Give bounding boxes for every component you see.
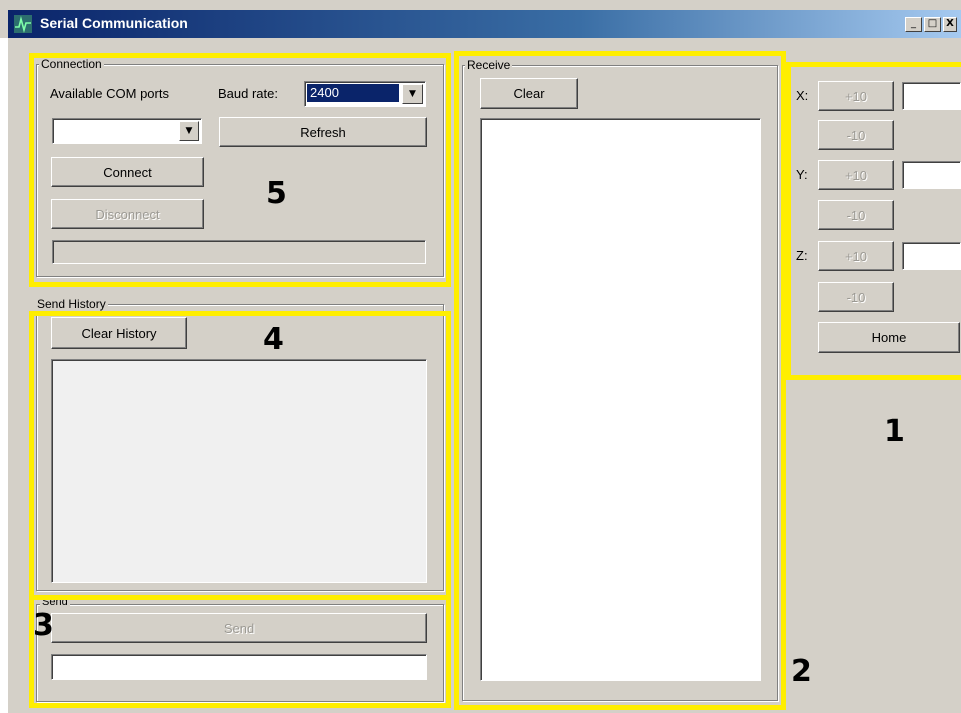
- com-ports-label: Available COM ports: [50, 86, 169, 101]
- window-title: Serial Communication: [40, 15, 188, 31]
- com-port-dropdown-button[interactable]: ▼: [179, 121, 199, 141]
- y-minus-button[interactable]: -10: [818, 200, 894, 230]
- y-value-input[interactable]: [902, 161, 961, 189]
- baud-dropdown-button[interactable]: ▼: [402, 84, 423, 104]
- connect-button[interactable]: Connect: [51, 157, 204, 187]
- annotation-number-1: 1: [884, 414, 905, 449]
- clear-history-button[interactable]: Clear History: [51, 317, 187, 349]
- x-plus-button[interactable]: +10: [818, 81, 894, 111]
- y-plus-button[interactable]: +10: [818, 160, 894, 190]
- send-history-legend: Send History: [35, 297, 108, 311]
- title-bar[interactable]: Serial Communication _ □ X: [8, 10, 961, 38]
- receive-clear-button[interactable]: Clear: [480, 78, 578, 109]
- annotation-number-5: 5: [266, 176, 287, 211]
- x-minus-button[interactable]: -10: [818, 120, 894, 150]
- chevron-down-icon: ▼: [185, 126, 193, 136]
- send-history-list[interactable]: [51, 359, 427, 583]
- annotation-number-3: 3: [33, 608, 54, 643]
- z-minus-button[interactable]: -10: [818, 282, 894, 312]
- send-input[interactable]: [51, 654, 427, 680]
- connection-status-field: [52, 240, 426, 264]
- connection-legend: Connection: [39, 57, 104, 71]
- receive-textarea[interactable]: [480, 118, 761, 681]
- y-axis-label: Y:: [796, 167, 808, 182]
- send-legend: Send: [40, 598, 70, 607]
- minimize-button[interactable]: _: [905, 17, 922, 32]
- maximize-button[interactable]: □: [924, 17, 941, 32]
- baud-rate-select[interactable]: 2400 ▼: [304, 81, 426, 107]
- close-button[interactable]: X: [943, 17, 957, 32]
- receive-legend: Receive: [465, 58, 513, 72]
- z-plus-button[interactable]: +10: [818, 241, 894, 271]
- z-axis-label: Z:: [796, 248, 808, 263]
- window-left-edge: [0, 38, 8, 713]
- x-value-input[interactable]: [902, 82, 961, 110]
- baud-rate-value: 2400: [307, 84, 399, 102]
- disconnect-button[interactable]: Disconnect: [51, 199, 204, 229]
- z-value-input[interactable]: [902, 242, 961, 270]
- refresh-button[interactable]: Refresh: [219, 117, 427, 147]
- baud-rate-label: Baud rate:: [218, 86, 278, 101]
- annotation-number-2: 2: [791, 654, 812, 689]
- x-axis-label: X:: [796, 88, 809, 103]
- chevron-down-icon: ▼: [409, 89, 416, 99]
- com-port-select[interactable]: ▼: [52, 118, 202, 144]
- annotation-number-4: 4: [263, 322, 284, 357]
- app-icon: [14, 15, 32, 33]
- send-button[interactable]: Send: [51, 613, 427, 643]
- home-button[interactable]: Home: [818, 322, 960, 353]
